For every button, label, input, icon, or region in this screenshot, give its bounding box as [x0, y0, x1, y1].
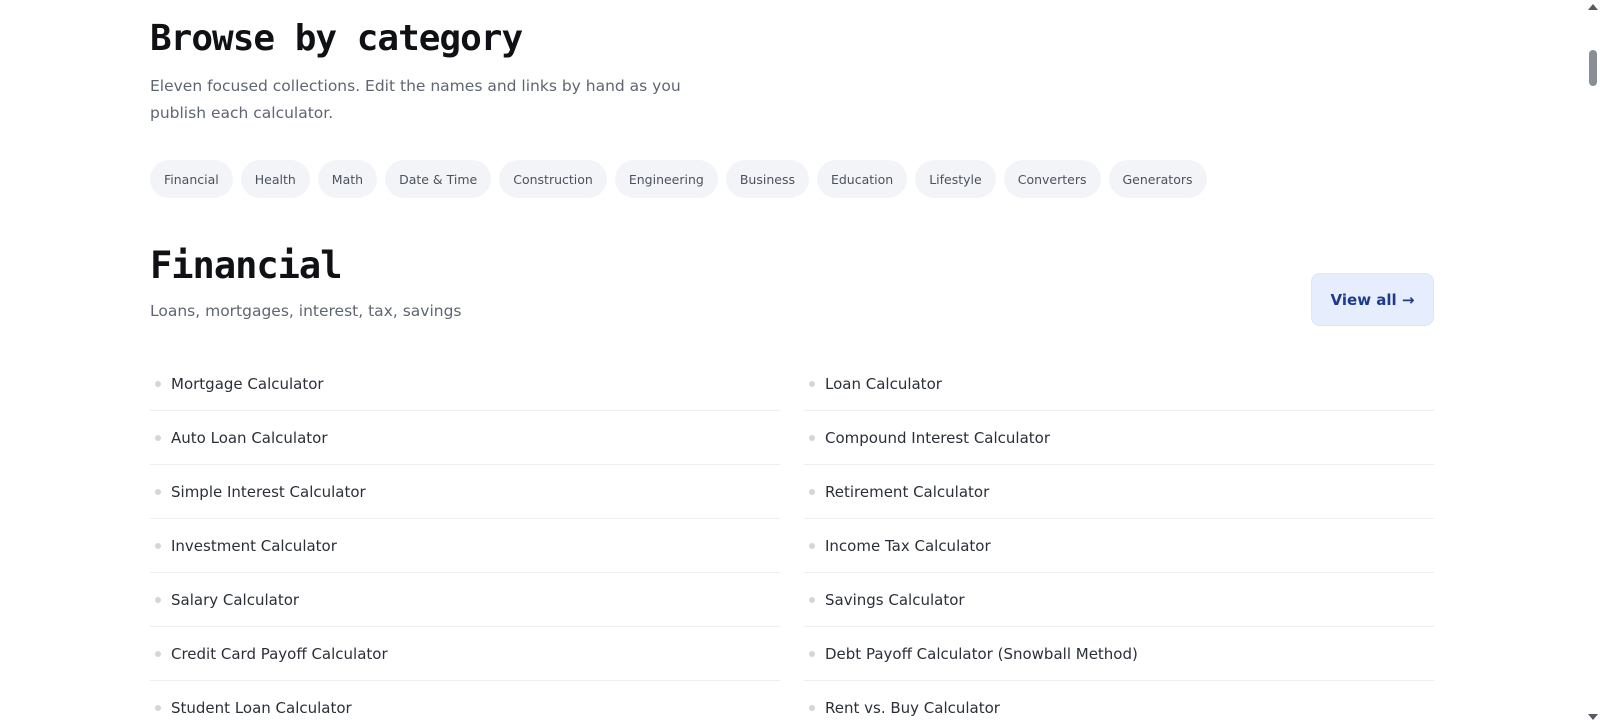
calculator-label: Salary Calculator: [171, 590, 300, 609]
bullet-icon: [155, 704, 161, 711]
calculator-link[interactable]: Student Loan Calculator: [150, 681, 780, 724]
calculator-label: Mortgage Calculator: [171, 374, 324, 393]
chip-engineering[interactable]: Engineering: [614, 160, 718, 198]
calculator-label: Credit Card Payoff Calculator: [171, 644, 388, 663]
calculator-link[interactable]: Simple Interest Calculator: [150, 465, 780, 519]
calculator-label: Rent vs. Buy Calculator: [825, 698, 1000, 717]
chip-education[interactable]: Education: [816, 160, 908, 198]
calculator-link[interactable]: Retirement Calculator: [804, 465, 1434, 519]
calculator-label: Savings Calculator: [825, 590, 965, 609]
browse-subtitle: Eleven focused collections. Edit the nam…: [150, 77, 681, 122]
bullet-icon: [809, 650, 815, 657]
calculator-link[interactable]: Debt Payoff Calculator (Snowball Method): [804, 627, 1434, 681]
calculator-label: Debt Payoff Calculator (Snowball Method): [825, 644, 1138, 663]
section-title: Financial: [150, 244, 342, 287]
scroll-down-arrow-icon[interactable]: [1588, 714, 1598, 720]
calculator-link[interactable]: Mortgage Calculator: [150, 357, 780, 411]
calculator-column-right: Loan Calculator Compound Interest Calcul…: [804, 357, 1434, 724]
bullet-icon: [809, 542, 815, 549]
bullet-icon: [809, 380, 815, 387]
calculator-link[interactable]: Loan Calculator: [804, 357, 1434, 411]
calculator-label: Retirement Calculator: [825, 482, 990, 501]
calculator-link[interactable]: Investment Calculator: [150, 519, 780, 573]
page-scrollbar[interactable]: [1586, 0, 1600, 724]
bullet-icon: [809, 488, 815, 495]
calculator-label: Auto Loan Calculator: [171, 428, 328, 447]
bullet-icon: [155, 650, 161, 657]
calculator-link[interactable]: Credit Card Payoff Calculator: [150, 627, 780, 681]
bullet-icon: [155, 542, 161, 549]
calculator-label: Student Loan Calculator: [171, 698, 352, 717]
calculator-label: Investment Calculator: [171, 536, 337, 555]
chip-generators[interactable]: Generators: [1108, 160, 1207, 198]
page: Browse by category Eleven focused collec…: [0, 0, 1600, 724]
view-all-button[interactable]: View all →: [1311, 273, 1434, 326]
calculator-label: Loan Calculator: [825, 374, 942, 393]
bullet-icon: [155, 380, 161, 387]
calculator-label: Simple Interest Calculator: [171, 482, 366, 501]
bullet-icon: [155, 596, 161, 603]
bullet-icon: [809, 704, 815, 711]
scroll-up-arrow-icon[interactable]: [1588, 4, 1598, 10]
browse-title: Browse by category: [150, 18, 523, 59]
chip-math[interactable]: Math: [317, 160, 378, 198]
calculator-label: Income Tax Calculator: [825, 536, 991, 555]
calculator-link[interactable]: Savings Calculator: [804, 573, 1434, 627]
calculator-link[interactable]: Rent vs. Buy Calculator: [804, 681, 1434, 724]
calculator-label: Compound Interest Calculator: [825, 428, 1051, 447]
scroll-thumb[interactable]: [1589, 50, 1597, 86]
calculator-link[interactable]: Income Tax Calculator: [804, 519, 1434, 573]
chip-construction[interactable]: Construction: [499, 160, 607, 198]
chip-health[interactable]: Health: [240, 160, 310, 198]
chip-lifestyle[interactable]: Lifestyle: [915, 160, 996, 198]
category-chips: Financial Health Math Date & Time Constr…: [150, 160, 1207, 198]
section-subtitle: Loans, mortgages, interest, tax, savings: [150, 302, 462, 320]
calculator-link[interactable]: Compound Interest Calculator: [804, 411, 1434, 465]
calculator-column-left: Mortgage Calculator Auto Loan Calculator…: [150, 357, 780, 724]
bullet-icon: [809, 596, 815, 603]
bullet-icon: [155, 434, 161, 441]
bullet-icon: [809, 434, 815, 441]
chip-business[interactable]: Business: [725, 160, 809, 198]
calculator-link[interactable]: Salary Calculator: [150, 573, 780, 627]
chip-financial[interactable]: Financial: [150, 160, 233, 198]
chip-converters[interactable]: Converters: [1003, 160, 1101, 198]
calculator-link[interactable]: Auto Loan Calculator: [150, 411, 780, 465]
chip-date-time[interactable]: Date & Time: [385, 160, 492, 198]
bullet-icon: [155, 488, 161, 495]
